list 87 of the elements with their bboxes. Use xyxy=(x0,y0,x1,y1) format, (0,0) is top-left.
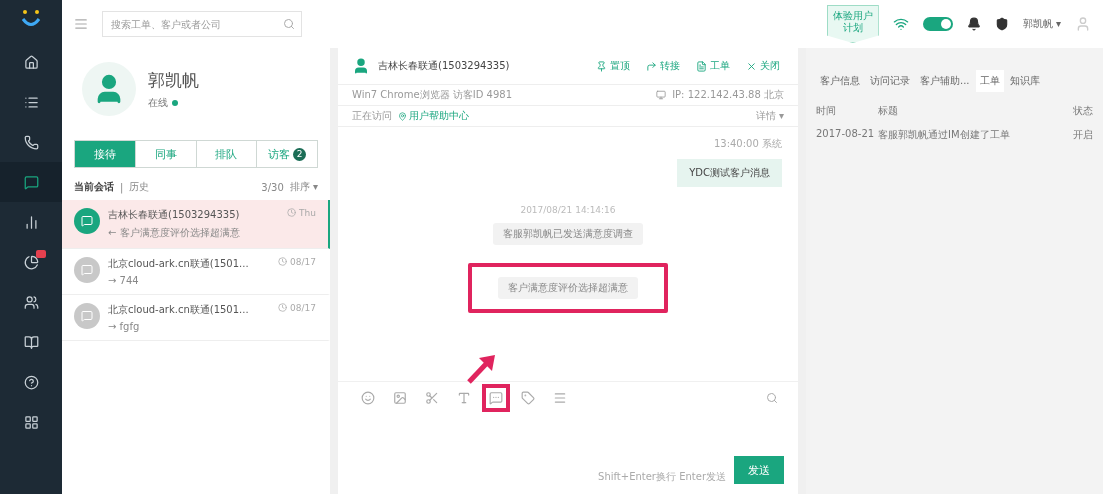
arrow-icon xyxy=(646,60,657,72)
details-menu[interactable]: 详情 ▾ xyxy=(755,109,784,123)
font-icon xyxy=(457,391,471,405)
user-menu[interactable]: 郭凯帆 ▾ xyxy=(1022,17,1061,31)
system-message: 客服郭凯帆已发送满意度调查 xyxy=(493,223,643,245)
session-name: 北京cloud-ark.cn联通(1501... xyxy=(108,303,249,317)
list-icon xyxy=(23,94,39,110)
transfer-button[interactable]: 转接 xyxy=(642,59,684,73)
session-message: → 744 xyxy=(108,275,140,286)
close-button[interactable]: 关闭 xyxy=(742,59,784,73)
clock-icon xyxy=(278,257,288,266)
session-name: 北京cloud-ark.cn联通(1501... xyxy=(108,257,249,271)
book-icon xyxy=(23,334,39,350)
pin-icon xyxy=(596,60,607,72)
side-tab[interactable]: 客户信息 xyxy=(816,70,864,92)
sort-menu[interactable]: 排序 ▾ xyxy=(289,180,318,194)
side-tab[interactable]: 客户辅助... xyxy=(916,70,974,92)
separator: | xyxy=(120,181,124,193)
tab[interactable]: 接待 xyxy=(75,141,136,167)
table-cell-text: 客服郭凯帆通过IM创建了工单 xyxy=(878,128,1011,142)
table-cell-text: 开启 xyxy=(1072,128,1093,142)
bar-chart-icon xyxy=(23,214,39,230)
side-tab[interactable]: 访问记录 xyxy=(866,70,914,92)
home-icon xyxy=(23,54,39,70)
comment-icon xyxy=(489,391,503,405)
phone-icon xyxy=(23,134,39,150)
status-dot xyxy=(172,99,178,106)
close-icon xyxy=(746,60,757,72)
input-hint: Shift+Enter换行 Enter发送 xyxy=(598,470,726,484)
search-icon[interactable] xyxy=(766,392,778,404)
visiting-label: 正在访问 xyxy=(352,109,392,123)
tag-icon xyxy=(521,391,535,405)
session-message: → fgfg xyxy=(108,321,141,332)
ip-info: IP: 122.142.43.88 北京 xyxy=(672,88,784,102)
session-item[interactable]: 吉林长春联通(1503294335) ← 客户满意度评价选择超满意 Thu xyxy=(62,200,330,249)
search-field[interactable]: 搜索工单、客户或者公司 xyxy=(102,11,302,37)
send-button[interactable]: 发送 xyxy=(734,456,784,484)
document-icon xyxy=(696,60,707,72)
ticket-button[interactable]: 工单 xyxy=(692,59,734,73)
clock-icon xyxy=(287,208,297,217)
session-time: Thu xyxy=(299,208,316,220)
message-bubble: YDC测试客户消息 xyxy=(677,159,782,187)
people-icon xyxy=(23,294,39,310)
help-icon xyxy=(23,374,39,390)
smile-icon xyxy=(361,391,375,405)
pin-button[interactable]: 置顶 xyxy=(592,59,634,73)
search-icon xyxy=(283,18,295,30)
system-message: 客户满意度评价选择超满意 xyxy=(498,277,638,299)
session-time: 08/17 xyxy=(290,303,316,315)
column-header: 时间 xyxy=(816,104,837,118)
grid-icon xyxy=(23,414,39,430)
list-icon xyxy=(553,391,567,405)
agent-status: 在线 xyxy=(148,95,168,110)
session-time: 08/17 xyxy=(290,257,316,269)
current-sessions-tab[interactable]: 当前会话 xyxy=(74,180,114,194)
browser-info: Win7 Chrome浏览器 访客ID 4981 xyxy=(352,88,512,102)
agent-name: 郭凯帆 xyxy=(148,68,199,92)
menu-icon[interactable] xyxy=(74,17,88,31)
table-cell-text: 2017-08-21 xyxy=(816,128,876,141)
bell-icon[interactable] xyxy=(966,17,981,31)
wifi-icon[interactable] xyxy=(892,16,909,32)
visitor-icon xyxy=(352,57,370,75)
image-icon xyxy=(393,391,407,405)
visitor-name: 吉林长春联通(1503294335) xyxy=(378,59,510,73)
side-tab[interactable]: 工单 xyxy=(975,70,1004,92)
visiting-page-link[interactable]: 用户帮助中心 xyxy=(398,109,469,123)
count-badge: 2 xyxy=(293,147,307,161)
monitor-icon xyxy=(656,90,667,100)
scissors-icon xyxy=(425,391,439,405)
column-header: 标题 xyxy=(878,104,899,118)
status-toggle[interactable] xyxy=(922,17,953,31)
session-message: ← 客户满意度评价选择超满意 xyxy=(108,226,240,240)
side-tab[interactable]: 知识库 xyxy=(1005,70,1044,92)
date-divider: 2017/08/21 14:14:16 xyxy=(520,205,616,215)
plan-badge[interactable]: 体验用户 计划 xyxy=(826,5,879,43)
message-time: 13:40:00 系统 xyxy=(713,137,782,151)
shield-icon[interactable] xyxy=(994,17,1009,31)
clock-icon xyxy=(278,303,288,312)
location-icon xyxy=(398,111,407,121)
avatar-icon[interactable] xyxy=(1075,16,1091,32)
callout-arrow xyxy=(466,352,498,384)
pie-chart-icon xyxy=(23,254,39,270)
history-tab[interactable]: 历史 xyxy=(129,180,150,194)
session-count: 3/30 xyxy=(261,181,284,193)
column-header: 状态 xyxy=(1072,104,1093,118)
session-name: 吉林长春联通(1503294335) xyxy=(108,208,240,222)
chat-icon xyxy=(23,174,39,190)
